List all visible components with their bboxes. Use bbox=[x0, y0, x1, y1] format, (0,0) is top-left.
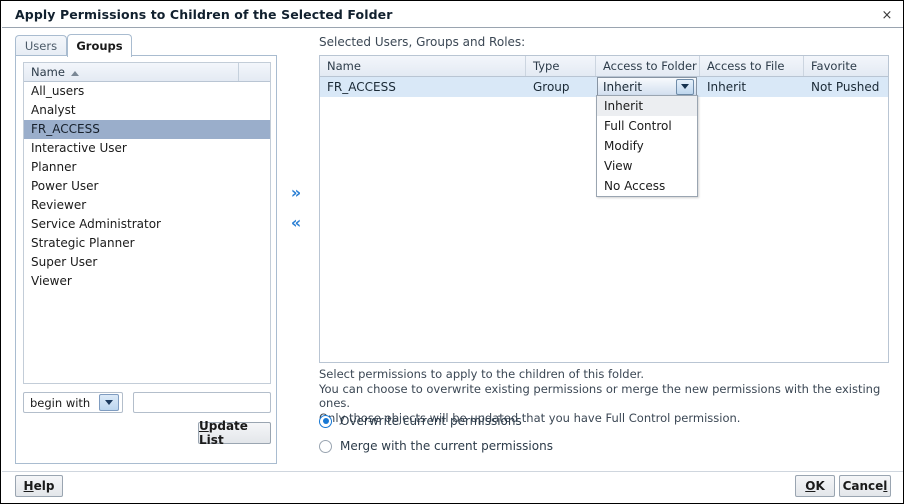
ok-button-label: OK bbox=[805, 479, 825, 493]
dropdown-option-no-access[interactable]: No Access bbox=[597, 176, 697, 196]
filter-row: begin with bbox=[23, 392, 271, 413]
cell-access-to-folder[interactable]: Inherit bbox=[596, 77, 700, 97]
column-header-access-to-file[interactable]: Access to File bbox=[700, 56, 804, 76]
groups-listbox[interactable]: Name All_users Analyst FR_ACCESS Interac… bbox=[23, 62, 271, 384]
radio-label-overwrite: Overwrite current permissions bbox=[340, 414, 522, 428]
filter-text-input[interactable] bbox=[133, 392, 271, 413]
cell-type: Group bbox=[526, 77, 596, 97]
access-to-folder-dropdown[interactable]: Inherit Full Control Modify View No Acce… bbox=[596, 95, 698, 197]
radio-icon-unchecked[interactable] bbox=[319, 440, 332, 453]
radio-label-merge: Merge with the current permissions bbox=[340, 439, 553, 453]
column-header-favorite[interactable]: Favorite bbox=[804, 56, 888, 76]
description-line-2: You can choose to overwrite existing per… bbox=[319, 382, 894, 411]
chevron-double-right-icon[interactable]: » bbox=[285, 183, 307, 203]
list-item[interactable]: Viewer bbox=[24, 272, 270, 291]
cancel-button-label: Cancel bbox=[843, 479, 888, 493]
footer-divider bbox=[2, 471, 904, 472]
groups-list-header: Name bbox=[24, 63, 270, 82]
update-list-button[interactable]: Update List bbox=[198, 422, 271, 444]
list-item[interactable]: All_users bbox=[24, 82, 270, 101]
description-line-1: Select permissions to apply to the child… bbox=[319, 367, 894, 382]
tab-users[interactable]: Users bbox=[15, 35, 67, 56]
chevron-double-left-icon[interactable]: « bbox=[285, 213, 307, 233]
help-button[interactable]: Help bbox=[15, 475, 63, 497]
dropdown-option-modify[interactable]: Modify bbox=[597, 136, 697, 156]
radio-icon-checked[interactable] bbox=[319, 415, 332, 428]
list-item[interactable]: Analyst bbox=[24, 101, 270, 120]
cell-access-to-file[interactable]: Inherit bbox=[700, 77, 804, 97]
selected-items-table: Name Type Access to Folder Access to Fil… bbox=[319, 55, 889, 363]
access-to-folder-select[interactable]: Inherit bbox=[597, 77, 697, 96]
apply-permissions-dialog: Apply Permissions to Children of the Sel… bbox=[0, 0, 904, 504]
column-header-type[interactable]: Type bbox=[526, 56, 596, 76]
dropdown-option-inherit[interactable]: Inherit bbox=[597, 96, 697, 116]
close-icon[interactable]: × bbox=[876, 5, 898, 25]
filter-operator-value: begin with bbox=[24, 396, 99, 410]
tab-groups[interactable]: Groups bbox=[67, 34, 132, 57]
chevron-down-icon bbox=[99, 394, 119, 411]
column-header-access-to-folder[interactable]: Access to Folder bbox=[596, 56, 700, 76]
ok-button[interactable]: OK bbox=[795, 475, 835, 497]
radio-overwrite-current-permissions[interactable]: Overwrite current permissions bbox=[319, 414, 522, 428]
list-item[interactable]: Planner bbox=[24, 158, 270, 177]
column-header-name[interactable]: Name bbox=[24, 63, 239, 81]
access-to-folder-value: Inherit bbox=[598, 80, 676, 94]
list-item[interactable]: FR_ACCESS bbox=[24, 120, 270, 139]
list-item[interactable]: Reviewer bbox=[24, 196, 270, 215]
list-item[interactable]: Strategic Planner bbox=[24, 234, 270, 253]
transfer-buttons: » « bbox=[285, 183, 307, 233]
sort-ascending-icon bbox=[71, 71, 79, 76]
list-item[interactable]: Power User bbox=[24, 177, 270, 196]
column-header-name-label: Name bbox=[31, 65, 65, 79]
dialog-title: Apply Permissions to Children of the Sel… bbox=[15, 7, 393, 22]
column-header-blank bbox=[239, 63, 270, 81]
list-item[interactable]: Service Administrator bbox=[24, 215, 270, 234]
dialog-titlebar: Apply Permissions to Children of the Sel… bbox=[2, 2, 904, 28]
tabstrip: Users Groups bbox=[15, 34, 277, 56]
list-item[interactable]: Interactive User bbox=[24, 139, 270, 158]
dropdown-option-view[interactable]: View bbox=[597, 156, 697, 176]
filter-operator-select[interactable]: begin with bbox=[23, 392, 123, 413]
cancel-button[interactable]: Cancel bbox=[839, 475, 891, 497]
dropdown-option-full-control[interactable]: Full Control bbox=[597, 116, 697, 136]
column-header-name[interactable]: Name bbox=[320, 56, 526, 76]
table-row[interactable]: FR_ACCESS Group Inherit Inherit Not Push… bbox=[320, 77, 888, 97]
cell-favorite[interactable]: Not Pushed bbox=[804, 77, 888, 97]
groups-list-items: All_users Analyst FR_ACCESS Interactive … bbox=[24, 82, 270, 291]
radio-merge-current-permissions[interactable]: Merge with the current permissions bbox=[319, 439, 553, 453]
table-header-row: Name Type Access to Folder Access to Fil… bbox=[320, 56, 888, 77]
list-item[interactable]: Super User bbox=[24, 253, 270, 272]
groups-panel: Name All_users Analyst FR_ACCESS Interac… bbox=[15, 55, 277, 464]
selected-items-label: Selected Users, Groups and Roles: bbox=[319, 35, 525, 49]
help-button-label: Help bbox=[24, 479, 55, 493]
update-list-button-label: Update List bbox=[199, 419, 270, 447]
cell-name: FR_ACCESS bbox=[320, 77, 526, 97]
chevron-down-icon[interactable] bbox=[676, 79, 694, 95]
